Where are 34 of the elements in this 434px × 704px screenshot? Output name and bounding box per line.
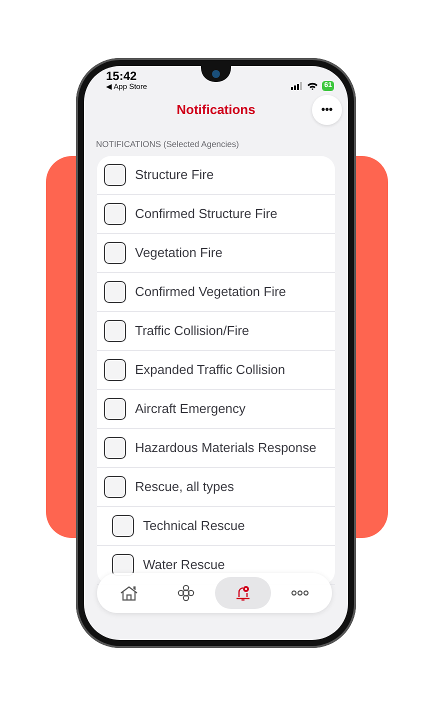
signal-icon	[291, 82, 304, 90]
option-label: Aircraft Emergency	[135, 400, 246, 418]
checkbox[interactable]	[104, 476, 126, 498]
option-label: Structure Fire	[135, 166, 214, 184]
more-icon	[290, 590, 309, 596]
option-label: Hazardous Materials Response	[135, 439, 316, 457]
checkbox[interactable]	[104, 320, 126, 342]
option-label: Water Rescue	[143, 556, 225, 574]
checkbox[interactable]	[104, 242, 126, 264]
option-label: Confirmed Vegetation Fire	[135, 283, 286, 301]
option-label: Rescue, all types	[135, 478, 234, 496]
bell-icon	[234, 584, 252, 602]
checkbox[interactable]	[104, 436, 126, 459]
status-time: 15:42	[106, 70, 138, 82]
checkbox[interactable]	[104, 398, 126, 420]
section-header: NOTIFICATIONS (Selected Agencies)	[95, 138, 240, 151]
option-label: Traffic Collision/Fire	[135, 322, 250, 340]
more-button[interactable]: •••	[312, 95, 342, 125]
camera-notch	[201, 66, 231, 82]
checkbox[interactable]	[104, 202, 126, 225]
checkbox[interactable]	[104, 164, 126, 186]
option-label: Confirmed Structure Fire	[135, 205, 278, 223]
checkbox[interactable]	[112, 514, 134, 537]
option-label: Expanded Traffic Collision	[135, 361, 286, 379]
screen-title: Notifications	[176, 101, 256, 120]
house-icon	[120, 585, 138, 601]
checkbox[interactable]	[112, 554, 134, 576]
checkbox[interactable]	[104, 280, 126, 303]
checkbox[interactable]	[104, 358, 126, 381]
tab-button[interactable]	[214, 577, 272, 609]
option-label: Vegetation Fire	[135, 244, 222, 262]
option-label: Technical Rescue	[143, 517, 245, 535]
emblem-icon	[177, 584, 196, 602]
wifi-icon	[307, 82, 318, 90]
